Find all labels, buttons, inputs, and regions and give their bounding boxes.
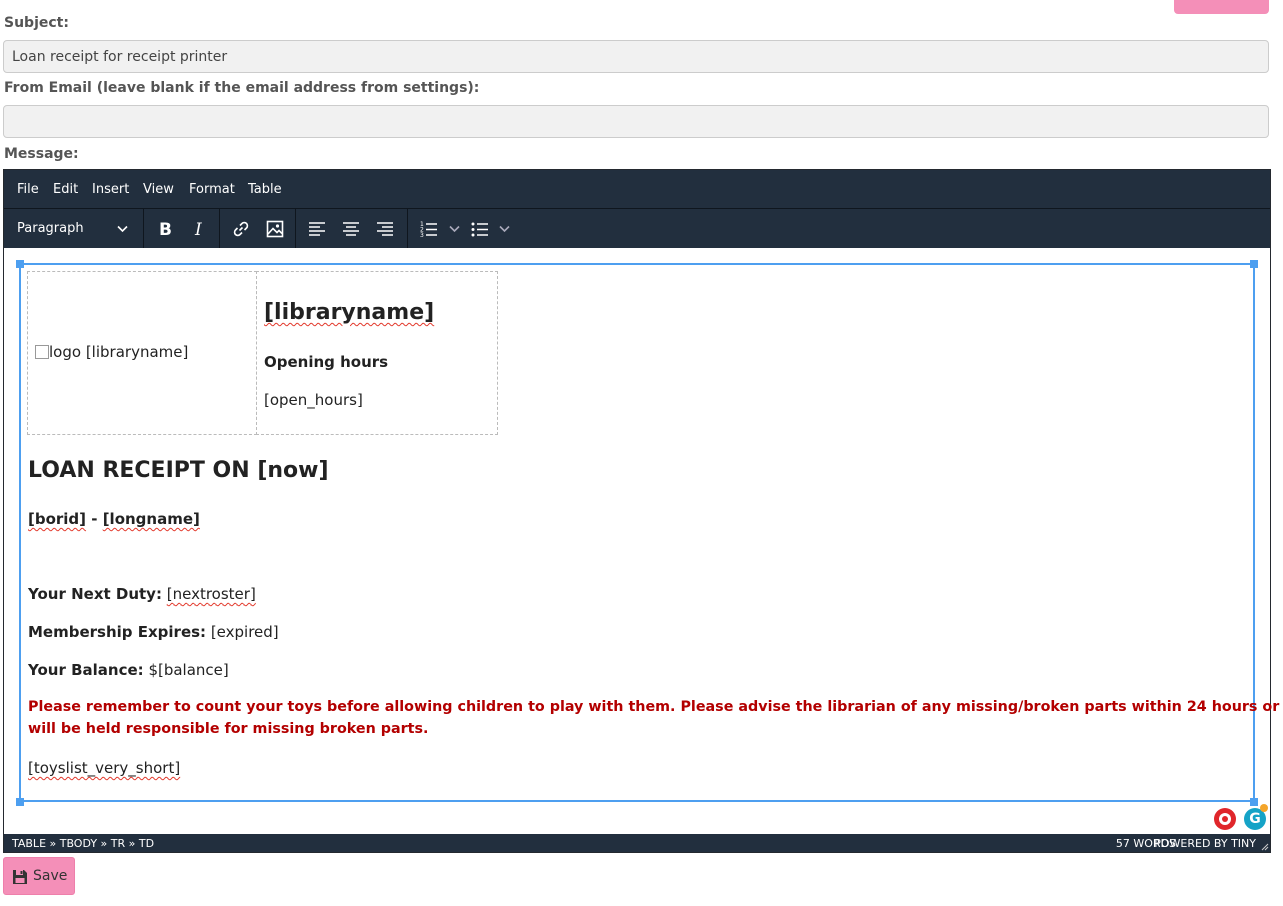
italic-button[interactable]: I bbox=[185, 215, 213, 243]
warning-line-1: Please remember to count your toys befor… bbox=[28, 699, 1283, 715]
bullet-list-dropdown[interactable] bbox=[495, 215, 513, 243]
numbered-list-icon: 1 2 3 bbox=[420, 221, 437, 239]
menu-view[interactable]: View bbox=[143, 182, 174, 197]
subject-input[interactable] bbox=[3, 40, 1269, 73]
warning-line-2: will be held responsible for missing bro… bbox=[28, 721, 429, 737]
borrower-line: [borid] - [longname] bbox=[28, 510, 200, 528]
save-label: Save bbox=[33, 868, 68, 884]
broken-image-icon bbox=[35, 345, 49, 359]
notification-dot-icon bbox=[1260, 804, 1268, 812]
align-center-icon bbox=[343, 222, 359, 236]
top-action-button[interactable] bbox=[1174, 0, 1269, 14]
svg-text:B: B bbox=[159, 220, 172, 239]
from-email-input[interactable] bbox=[3, 105, 1269, 138]
numbered-list-button[interactable]: 1 2 3 bbox=[415, 215, 443, 243]
balance-line: Your Balance: $[balance] bbox=[28, 661, 229, 679]
resize-handle-top-right[interactable] bbox=[1250, 260, 1258, 268]
block-format-value: Paragraph bbox=[17, 221, 84, 236]
align-left-button[interactable] bbox=[303, 215, 331, 243]
logo-alt-text: logo bbox=[49, 343, 82, 361]
bold-icon: B bbox=[159, 220, 172, 239]
from-email-label: From Email (leave blank if the email add… bbox=[4, 80, 480, 96]
chevron-down-icon bbox=[117, 225, 128, 233]
menu-table[interactable]: Table bbox=[248, 182, 282, 197]
italic-icon: I bbox=[194, 220, 202, 239]
floppy-disk-icon bbox=[13, 870, 27, 884]
logo-image: logo [libraryname] bbox=[35, 343, 188, 361]
align-left-icon bbox=[309, 222, 325, 236]
chevron-down-icon bbox=[498, 225, 510, 233]
toys-list-tag: [toyslist_very_short] bbox=[28, 759, 181, 777]
subject-label: Subject: bbox=[4, 15, 69, 31]
editor-toolbar: Paragraph B I 1 2 3 bbox=[4, 209, 1270, 248]
align-right-icon bbox=[377, 222, 393, 236]
link-icon bbox=[233, 221, 249, 237]
editor-content-area[interactable]: logo [libraryname] [libraryname] Opening… bbox=[4, 248, 1283, 834]
chevron-down-icon bbox=[448, 225, 460, 233]
receipt-heading: LOAN RECEIPT ON [now] bbox=[28, 458, 329, 483]
menu-file[interactable]: File bbox=[17, 182, 39, 197]
editor-menubar: File Edit Insert View Format Table bbox=[4, 170, 1270, 209]
membership-line: Membership Expires: [expired] bbox=[28, 623, 279, 641]
menu-insert[interactable]: Insert bbox=[92, 182, 129, 197]
insert-link-button[interactable] bbox=[227, 215, 255, 243]
powered-by-link[interactable]: POWERED BY TINY bbox=[1154, 837, 1256, 850]
svg-text:I: I bbox=[194, 220, 202, 239]
library-name-heading: [libraryname] bbox=[264, 300, 435, 325]
element-path[interactable]: TABLE » TBODY » TR » TD bbox=[12, 837, 154, 850]
align-right-button[interactable] bbox=[371, 215, 399, 243]
opening-hours-label: Opening hours bbox=[264, 353, 389, 371]
bullet-list-button[interactable] bbox=[466, 215, 494, 243]
numbered-list-dropdown[interactable] bbox=[445, 215, 463, 243]
next-duty-line: Your Next Duty: [nextroster] bbox=[28, 585, 256, 603]
resize-grip-icon[interactable] bbox=[1259, 841, 1269, 851]
menu-edit[interactable]: Edit bbox=[53, 182, 78, 197]
open-hours-tag: [open_hours] bbox=[264, 391, 363, 409]
bullet-list-icon bbox=[471, 222, 488, 237]
logo-caption: [libraryname] bbox=[85, 343, 189, 361]
save-button[interactable]: Save bbox=[3, 857, 75, 895]
insert-image-button[interactable] bbox=[261, 215, 289, 243]
rich-text-editor: File Edit Insert View Format Table Parag… bbox=[3, 169, 1283, 853]
align-center-button[interactable] bbox=[337, 215, 365, 243]
message-label: Message: bbox=[4, 146, 79, 162]
svg-text:3: 3 bbox=[420, 232, 424, 239]
bold-button[interactable]: B bbox=[151, 215, 179, 243]
editor-statusbar: TABLE » TBODY » TR » TD 57 WORDS POWERED… bbox=[4, 834, 1270, 852]
resize-handle-bottom-right[interactable] bbox=[1250, 798, 1258, 806]
resize-handle-top-left[interactable] bbox=[16, 260, 24, 268]
block-format-select[interactable]: Paragraph bbox=[10, 215, 136, 243]
resize-handle-bottom-left[interactable] bbox=[16, 798, 24, 806]
target-extension-icon[interactable] bbox=[1214, 808, 1236, 830]
image-icon bbox=[266, 220, 284, 238]
menu-format[interactable]: Format bbox=[189, 182, 235, 197]
